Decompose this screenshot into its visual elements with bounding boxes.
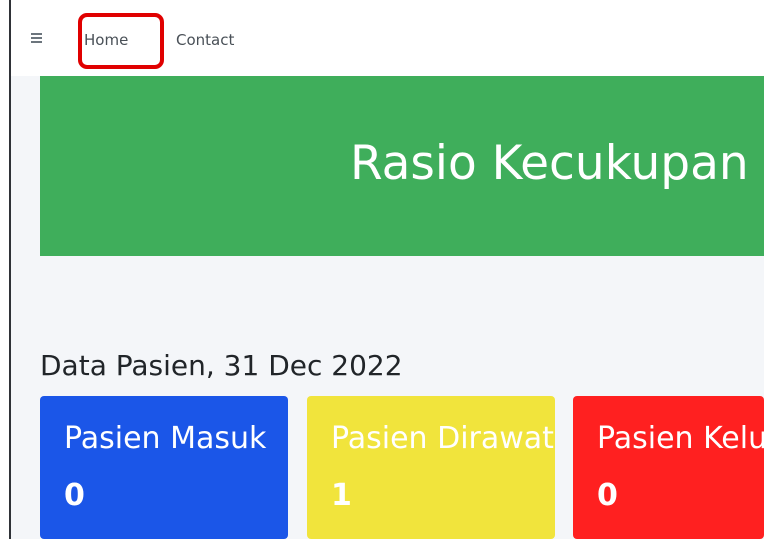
card-label: Pasien Masuk bbox=[64, 421, 267, 456]
card-label: Pasien Dirawat bbox=[331, 421, 554, 456]
left-sidebar-edge bbox=[0, 0, 11, 539]
hamburger-line bbox=[31, 33, 42, 35]
hamburger-line bbox=[31, 37, 42, 39]
patient-data-title: Data Pasien, 31 Dec 2022 bbox=[40, 349, 403, 382]
home-highlight-box bbox=[78, 13, 164, 69]
nav-link-contact[interactable]: Contact bbox=[176, 31, 234, 49]
hamburger-line bbox=[31, 41, 42, 43]
hero-banner: Rasio Kecukupan bbox=[40, 76, 764, 256]
card-pasien-keluar: Pasien Keluar 0 bbox=[573, 396, 764, 539]
card-pasien-dirawat: Pasien Dirawat 1 bbox=[307, 396, 555, 539]
card-label: Pasien Keluar bbox=[597, 421, 764, 456]
hero-title: Rasio Kecukupan bbox=[350, 136, 749, 191]
card-value: 1 bbox=[331, 478, 352, 513]
card-value: 0 bbox=[64, 478, 85, 513]
hamburger-menu-icon[interactable] bbox=[31, 33, 42, 43]
card-pasien-masuk: Pasien Masuk 0 bbox=[40, 396, 288, 539]
card-value: 0 bbox=[597, 478, 618, 513]
